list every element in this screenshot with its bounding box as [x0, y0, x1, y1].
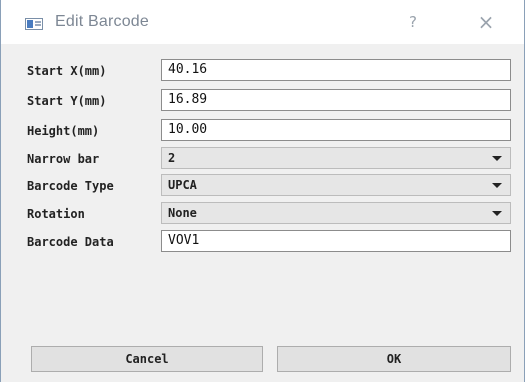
narrow-bar-label: Narrow bar [27, 152, 100, 166]
barcode-data-input[interactable]: VOV1 [161, 230, 511, 252]
start-x-label: Start X(mm) [27, 64, 107, 78]
help-icon[interactable]: ? [403, 12, 423, 32]
barcode-data-label: Barcode Data [27, 235, 114, 249]
rotation-value: None [168, 206, 197, 220]
barcode-type-label: Barcode Type [27, 179, 114, 193]
narrow-bar-row: Narrow bar 2 [1, 147, 524, 171]
start-x-input[interactable]: 40.16 [161, 59, 511, 81]
barcode-type-value: UPCA [168, 178, 197, 192]
ok-button[interactable]: OK [277, 346, 511, 372]
chevron-down-icon [492, 156, 502, 161]
height-label: Height(mm) [27, 124, 100, 138]
height-row: Height(mm) 10.00 [1, 119, 524, 143]
cancel-button[interactable]: Cancel [31, 346, 263, 372]
barcode-type-row: Barcode Type UPCA [1, 174, 524, 198]
start-x-row: Start X(mm) 40.16 [1, 59, 524, 83]
rotation-select[interactable]: None [161, 202, 511, 224]
close-icon[interactable]: × [474, 10, 498, 34]
barcode-data-row: Barcode Data VOV1 [1, 230, 524, 254]
narrow-bar-value: 2 [168, 151, 176, 165]
rotation-row: Rotation None [1, 202, 524, 226]
start-y-row: Start Y(mm) 16.89 [1, 89, 524, 113]
chevron-down-icon [492, 183, 502, 188]
rotation-label: Rotation [27, 207, 85, 221]
chevron-down-icon [492, 211, 502, 216]
start-y-label: Start Y(mm) [27, 94, 107, 108]
start-y-input[interactable]: 16.89 [161, 89, 511, 111]
window-title: Edit Barcode [55, 13, 150, 30]
title-bar: Edit Barcode ? × [1, 0, 524, 44]
barcode-type-select[interactable]: UPCA [161, 174, 511, 196]
height-input[interactable]: 10.00 [161, 119, 511, 141]
narrow-bar-select[interactable]: 2 [161, 147, 511, 169]
barcode-app-icon [25, 18, 43, 30]
edit-barcode-dialog: Edit Barcode ? × Start X(mm) 40.16 Start… [0, 0, 525, 382]
